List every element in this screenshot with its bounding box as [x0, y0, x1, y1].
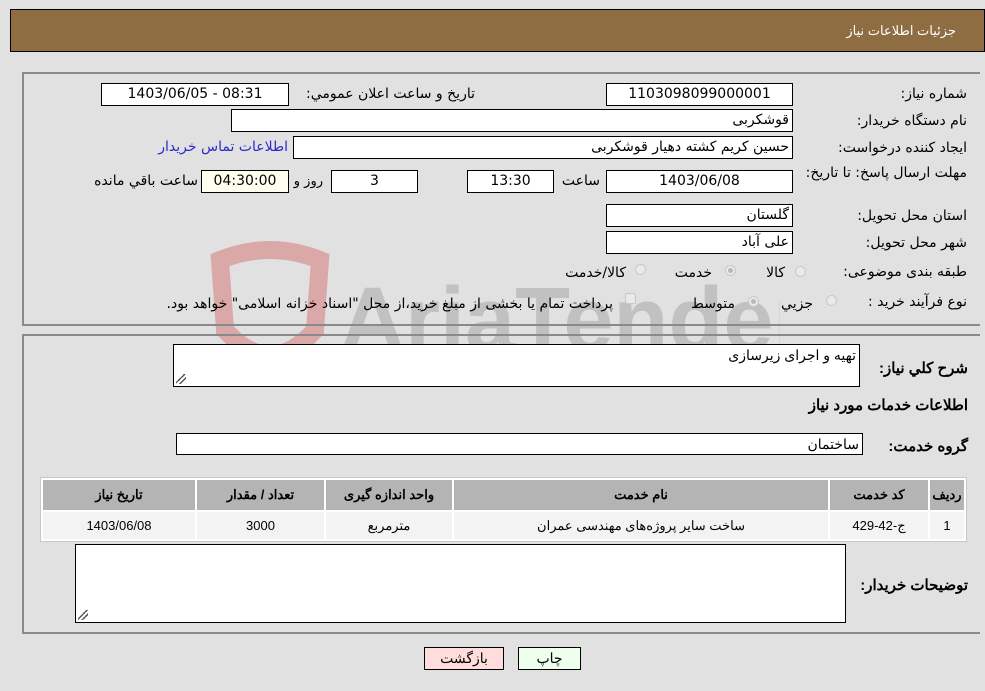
deadline-time-field: 13:30: [467, 170, 554, 193]
process-radio-minor[interactable]: [826, 295, 837, 306]
services-heading: اطلاعات خدمات مورد نیاز: [808, 397, 968, 414]
treasury-checkbox[interactable]: [625, 293, 636, 304]
need-number-label: شماره نیاز:: [900, 86, 968, 102]
buyer-contact-link[interactable]: اطلاعات تماس خریدار: [158, 139, 288, 155]
description-label: شرح کلي نیاز:: [879, 360, 968, 377]
creator-field: حسین کریم کشته دهیار قوشکربی: [293, 136, 793, 159]
cell-quantity: 3000: [197, 512, 324, 539]
page-title: جزئیات اطلاعات نیاز: [846, 23, 956, 38]
col-header-service-code: کد خدمت: [830, 480, 928, 510]
page-header: جزئیات اطلاعات نیاز: [10, 9, 985, 52]
col-header-quantity: تعداد / مقدار: [197, 480, 324, 510]
table-header-row: ردیف کد خدمت نام خدمت واحد اندازه گیری ت…: [43, 480, 964, 510]
process-radio-medium[interactable]: [748, 296, 759, 307]
service-group-label: گروه خدمت:: [888, 438, 968, 455]
days-remaining-field: 3: [331, 170, 418, 193]
remaining-time-field: 04:30:00: [201, 170, 289, 193]
col-header-need-date: تاریخ نیاز: [43, 480, 195, 510]
category-option-goods-service: کالا/خدمت: [565, 265, 626, 281]
process-label: نوع فرآیند خرید :: [868, 294, 967, 310]
cell-need-date: 1403/06/08: [43, 512, 195, 539]
col-header-unit: واحد اندازه گیری: [326, 480, 452, 510]
province-label: استان محل تحویل:: [857, 208, 967, 224]
buyer-notes-label: توضیحات خریدار:: [860, 577, 968, 594]
cell-row-number: 1: [930, 512, 964, 539]
city-label: شهر محل تحویل:: [865, 235, 967, 251]
category-radio-goods-service[interactable]: [635, 264, 646, 275]
city-field: علی آباد: [606, 231, 793, 254]
col-header-service-name: نام خدمت: [454, 480, 828, 510]
deadline-time-label: ساعت: [561, 173, 600, 189]
category-radio-service[interactable]: [725, 265, 736, 276]
buyer-notes-textarea[interactable]: [75, 544, 846, 623]
back-button[interactable]: بازگشت: [424, 647, 504, 670]
resize-grip-icon[interactable]: [176, 374, 186, 384]
description-textarea[interactable]: تهیه و اجرای زیرسازی: [173, 344, 860, 387]
cell-service-name: ساخت سایر پروژه‌های مهندسی عمران: [454, 512, 828, 539]
announce-label: تاریخ و ساعت اعلان عمومي:: [306, 86, 475, 102]
service-group-field: ساختمان: [176, 433, 863, 455]
announce-field: 1403/06/05 - 08:31: [101, 83, 289, 106]
need-number-field: 1103098099000001: [606, 83, 793, 106]
services-table: ردیف کد خدمت نام خدمت واحد اندازه گیری ت…: [40, 477, 967, 542]
creator-label: ایجاد کننده درخواست:: [838, 140, 967, 156]
description-text: تهیه و اجرای زیرسازی: [728, 347, 856, 363]
category-option-service: خدمت: [674, 265, 712, 281]
deadline-date-field: 1403/06/08: [606, 170, 793, 193]
print-button[interactable]: چاپ: [518, 647, 581, 670]
category-radio-goods[interactable]: [795, 266, 806, 277]
deadline-label: مهلت ارسال پاسخ: تا تاریخ:: [805, 165, 967, 181]
cell-service-code: ج-42-429: [830, 512, 928, 539]
process-option-minor: جزيي: [781, 296, 813, 312]
resize-grip-icon[interactable]: [78, 610, 88, 620]
province-field: گلستان: [606, 204, 793, 227]
category-label: طبقه بندی موضوعی:: [843, 264, 967, 280]
cell-unit: مترمربع: [326, 512, 452, 539]
table-row: 1 ج-42-429 ساخت سایر پروژه‌های مهندسی عم…: [43, 512, 964, 539]
category-option-goods: کالا: [766, 265, 785, 281]
buyer-org-label: نام دستگاه خریدار:: [856, 113, 967, 129]
treasury-note: پرداخت تمام یا بخشی از مبلغ خرید،از محل …: [166, 296, 613, 312]
days-label: روز و: [293, 174, 323, 189]
remaining-label: ساعت باقي مانده: [94, 173, 198, 189]
process-option-medium: متوسط: [691, 296, 735, 312]
col-header-row-number: ردیف: [930, 480, 964, 510]
buyer-org-field: قوشکربی: [231, 109, 793, 132]
